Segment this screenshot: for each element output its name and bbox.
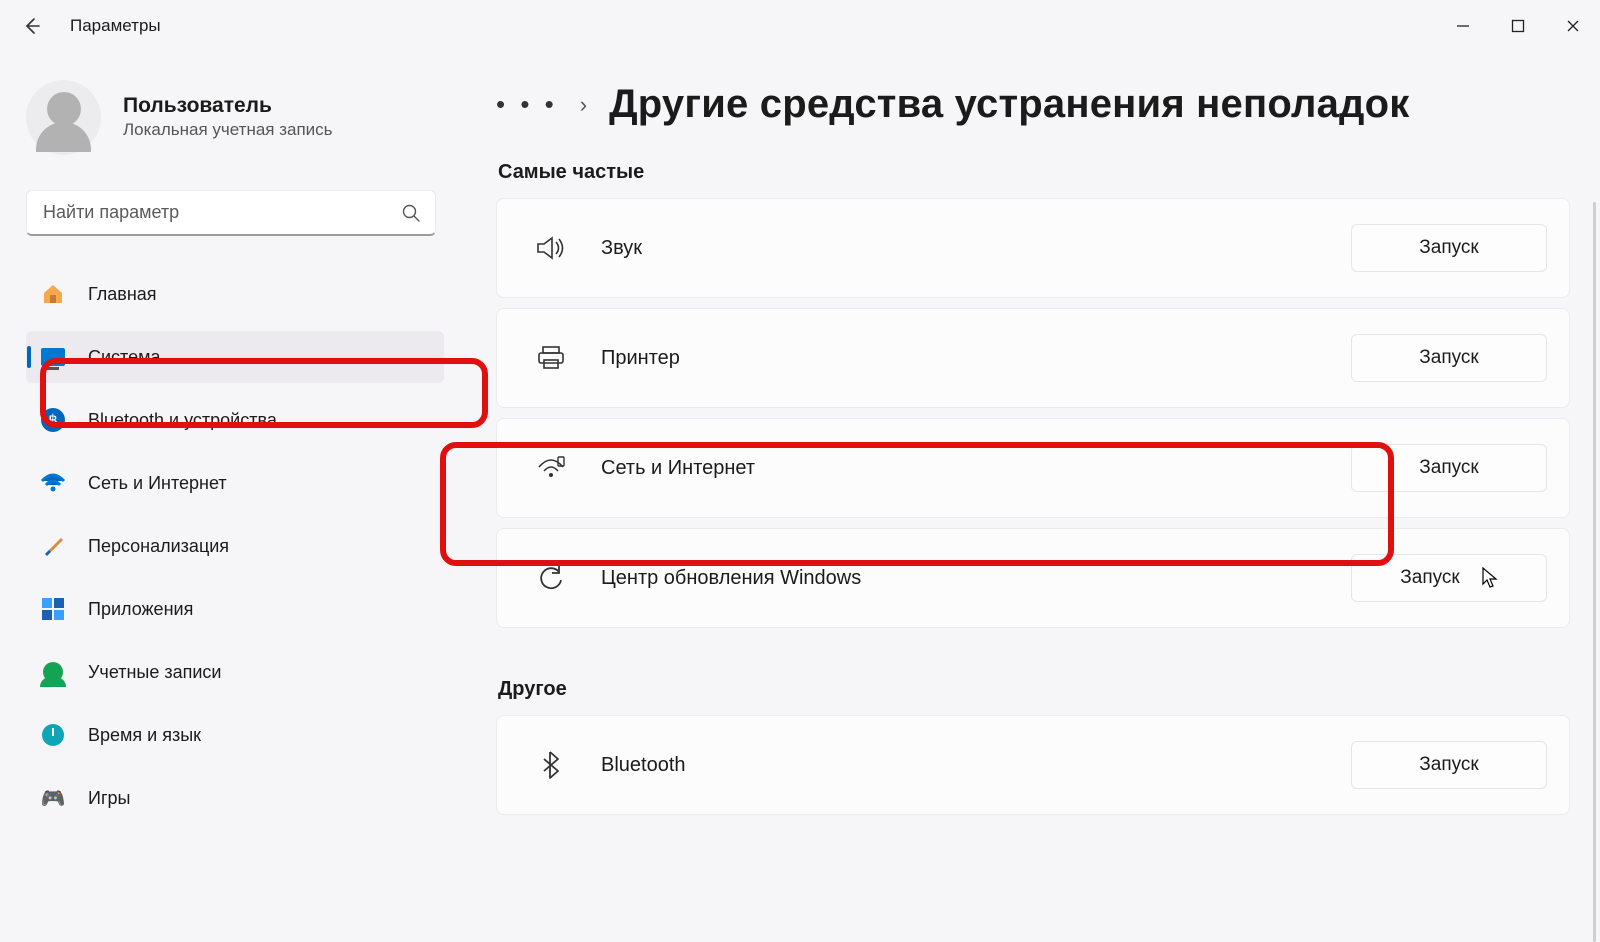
bluetooth-icon: ฿ xyxy=(40,407,66,433)
troubleshooter-row-sound: Звук Запуск xyxy=(496,198,1570,298)
maximize-button[interactable] xyxy=(1490,6,1545,46)
troubleshooter-label: Bluetooth xyxy=(601,754,1351,777)
sound-icon xyxy=(529,235,573,261)
maximize-icon xyxy=(1511,19,1525,33)
run-button-label: Запуск xyxy=(1400,567,1459,589)
system-icon xyxy=(40,344,66,370)
close-icon xyxy=(1566,19,1580,33)
sidebar-item-accounts[interactable]: Учетные записи xyxy=(26,646,444,698)
sidebar-item-label: Время и язык xyxy=(88,725,201,746)
bluetooth-icon xyxy=(529,750,573,780)
sidebar-item-system[interactable]: Система xyxy=(26,331,444,383)
update-icon xyxy=(529,564,573,592)
search-icon xyxy=(401,203,421,223)
search-box[interactable] xyxy=(26,190,436,236)
sidebar-item-label: Игры xyxy=(88,788,130,809)
sidebar-item-label: Система xyxy=(88,347,161,368)
paintbrush-icon xyxy=(40,533,66,559)
user-subtitle: Локальная учетная запись xyxy=(123,120,333,140)
page-title: Другие средства устранения неполадок xyxy=(609,82,1409,127)
breadcrumb-more[interactable]: • • • xyxy=(496,89,558,120)
sidebar: Пользователь Локальная учетная запись Гл… xyxy=(0,52,460,930)
sidebar-item-personalization[interactable]: Персонализация xyxy=(26,520,444,572)
run-button[interactable]: Запуск xyxy=(1351,224,1547,272)
troubleshooter-label: Звук xyxy=(601,237,1351,260)
app-title: Параметры xyxy=(70,16,161,36)
run-button[interactable]: Запуск xyxy=(1351,741,1547,789)
sidebar-item-label: Сеть и Интернет xyxy=(88,473,227,494)
sidebar-item-home[interactable]: Главная xyxy=(26,268,444,320)
network-icon xyxy=(529,455,573,481)
sidebar-item-bluetooth[interactable]: ฿ Bluetooth и устройства xyxy=(26,394,444,446)
user-card[interactable]: Пользователь Локальная учетная запись xyxy=(26,72,442,162)
apps-icon xyxy=(40,596,66,622)
user-name: Пользователь xyxy=(123,94,333,118)
person-icon xyxy=(40,659,66,685)
sidebar-item-time[interactable]: Время и язык xyxy=(26,709,444,761)
section-title-frequent: Самые частые xyxy=(498,161,1570,184)
sidebar-item-label: Учетные записи xyxy=(88,662,221,683)
section-title-other: Другое xyxy=(498,678,1570,701)
sidebar-item-gaming[interactable]: 🎮 Игры xyxy=(26,772,444,824)
avatar xyxy=(26,80,101,155)
troubleshooter-label: Сеть и Интернет xyxy=(601,457,1351,480)
back-button[interactable] xyxy=(22,16,42,36)
run-button[interactable]: Запуск xyxy=(1351,334,1547,382)
search-input[interactable] xyxy=(43,202,401,223)
home-icon xyxy=(40,281,66,307)
wifi-icon xyxy=(40,470,66,496)
sidebar-item-label: Bluetooth и устройства xyxy=(88,410,277,431)
title-bar: Параметры xyxy=(0,0,1600,52)
window-controls xyxy=(1435,6,1600,46)
sidebar-item-network[interactable]: Сеть и Интернет xyxy=(26,457,444,509)
cursor-icon xyxy=(1482,567,1498,589)
troubleshooter-row-network: Сеть и Интернет Запуск xyxy=(496,418,1570,518)
breadcrumb: • • • › Другие средства устранения непол… xyxy=(496,82,1570,127)
run-button[interactable]: Запуск xyxy=(1351,444,1547,492)
sidebar-item-label: Главная xyxy=(88,284,157,305)
run-button[interactable]: Запуск xyxy=(1351,554,1547,602)
sidebar-item-label: Персонализация xyxy=(88,536,229,557)
troubleshooter-row-bluetooth: Bluetooth Запуск xyxy=(496,715,1570,815)
sidebar-item-apps[interactable]: Приложения xyxy=(26,583,444,635)
troubleshooter-row-update: Центр обновления Windows Запуск xyxy=(496,528,1570,628)
arrow-left-icon xyxy=(22,16,42,36)
troubleshooter-label: Принтер xyxy=(601,347,1351,370)
main-content: • • • › Другие средства устранения непол… xyxy=(460,52,1600,930)
gamepad-icon: 🎮 xyxy=(40,785,66,811)
minimize-icon xyxy=(1456,19,1470,33)
minimize-button[interactable] xyxy=(1435,6,1490,46)
clock-icon xyxy=(40,722,66,748)
chevron-right-icon: › xyxy=(580,92,587,118)
close-button[interactable] xyxy=(1545,6,1600,46)
sidebar-item-label: Приложения xyxy=(88,599,193,620)
scrollbar[interactable] xyxy=(1593,202,1596,942)
printer-icon xyxy=(529,345,573,371)
troubleshooter-row-printer: Принтер Запуск xyxy=(496,308,1570,408)
troubleshooter-label: Центр обновления Windows xyxy=(601,567,1351,590)
